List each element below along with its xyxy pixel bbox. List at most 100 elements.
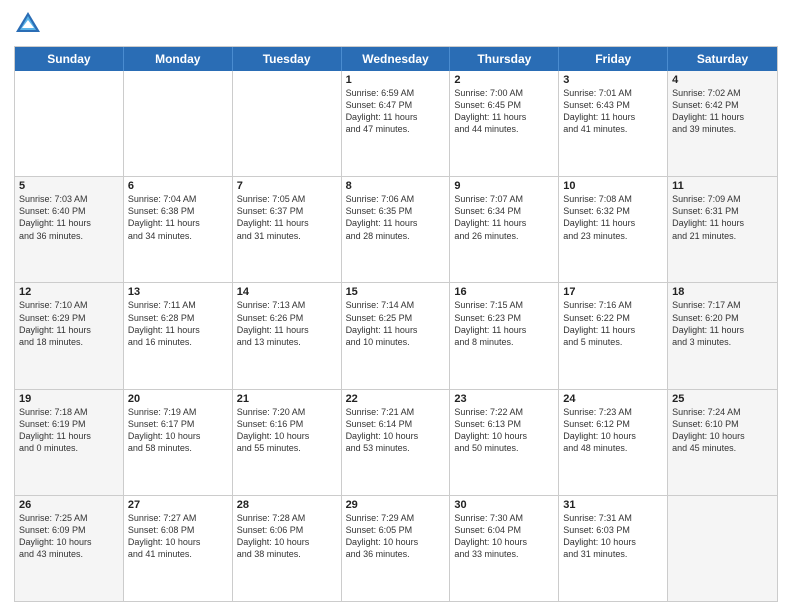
day-number: 20 bbox=[128, 393, 228, 405]
calendar-cell-17: 17Sunrise: 7:16 AM Sunset: 6:22 PM Dayli… bbox=[559, 283, 668, 388]
cell-info: Sunrise: 7:03 AM Sunset: 6:40 PM Dayligh… bbox=[19, 193, 119, 242]
calendar-row: 12Sunrise: 7:10 AM Sunset: 6:29 PM Dayli… bbox=[15, 283, 777, 389]
day-number: 2 bbox=[454, 74, 554, 86]
calendar-cell-31: 31Sunrise: 7:31 AM Sunset: 6:03 PM Dayli… bbox=[559, 496, 668, 601]
day-number: 3 bbox=[563, 74, 663, 86]
day-number: 17 bbox=[563, 286, 663, 298]
calendar-cell-15: 15Sunrise: 7:14 AM Sunset: 6:25 PM Dayli… bbox=[342, 283, 451, 388]
cell-info: Sunrise: 7:02 AM Sunset: 6:42 PM Dayligh… bbox=[672, 87, 773, 136]
day-number: 27 bbox=[128, 499, 228, 511]
day-number: 5 bbox=[19, 180, 119, 192]
calendar-cell-empty bbox=[233, 71, 342, 176]
cell-info: Sunrise: 7:20 AM Sunset: 6:16 PM Dayligh… bbox=[237, 406, 337, 455]
day-number: 9 bbox=[454, 180, 554, 192]
day-number: 1 bbox=[346, 74, 446, 86]
calendar-cell-2: 2Sunrise: 7:00 AM Sunset: 6:45 PM Daylig… bbox=[450, 71, 559, 176]
day-number: 8 bbox=[346, 180, 446, 192]
cell-info: Sunrise: 7:27 AM Sunset: 6:08 PM Dayligh… bbox=[128, 512, 228, 561]
cell-info: Sunrise: 6:59 AM Sunset: 6:47 PM Dayligh… bbox=[346, 87, 446, 136]
calendar-cell-22: 22Sunrise: 7:21 AM Sunset: 6:14 PM Dayli… bbox=[342, 390, 451, 495]
day-number: 15 bbox=[346, 286, 446, 298]
cell-info: Sunrise: 7:05 AM Sunset: 6:37 PM Dayligh… bbox=[237, 193, 337, 242]
logo bbox=[14, 10, 46, 38]
calendar-cell-4: 4Sunrise: 7:02 AM Sunset: 6:42 PM Daylig… bbox=[668, 71, 777, 176]
day-of-week-monday: Monday bbox=[124, 47, 233, 71]
calendar-cell-empty bbox=[15, 71, 124, 176]
calendar-cell-28: 28Sunrise: 7:28 AM Sunset: 6:06 PM Dayli… bbox=[233, 496, 342, 601]
calendar-row: 1Sunrise: 6:59 AM Sunset: 6:47 PM Daylig… bbox=[15, 71, 777, 177]
day-of-week-friday: Friday bbox=[559, 47, 668, 71]
day-of-week-tuesday: Tuesday bbox=[233, 47, 342, 71]
calendar-row: 19Sunrise: 7:18 AM Sunset: 6:19 PM Dayli… bbox=[15, 390, 777, 496]
day-number: 30 bbox=[454, 499, 554, 511]
cell-info: Sunrise: 7:11 AM Sunset: 6:28 PM Dayligh… bbox=[128, 299, 228, 348]
day-number: 10 bbox=[563, 180, 663, 192]
logo-icon bbox=[14, 10, 42, 38]
day-number: 14 bbox=[237, 286, 337, 298]
cell-info: Sunrise: 7:04 AM Sunset: 6:38 PM Dayligh… bbox=[128, 193, 228, 242]
calendar-body: 1Sunrise: 6:59 AM Sunset: 6:47 PM Daylig… bbox=[15, 71, 777, 601]
calendar-cell-10: 10Sunrise: 7:08 AM Sunset: 6:32 PM Dayli… bbox=[559, 177, 668, 282]
cell-info: Sunrise: 7:07 AM Sunset: 6:34 PM Dayligh… bbox=[454, 193, 554, 242]
calendar-cell-18: 18Sunrise: 7:17 AM Sunset: 6:20 PM Dayli… bbox=[668, 283, 777, 388]
calendar-cell-23: 23Sunrise: 7:22 AM Sunset: 6:13 PM Dayli… bbox=[450, 390, 559, 495]
calendar-row: 26Sunrise: 7:25 AM Sunset: 6:09 PM Dayli… bbox=[15, 496, 777, 601]
day-number: 25 bbox=[672, 393, 773, 405]
day-number: 21 bbox=[237, 393, 337, 405]
calendar-cell-24: 24Sunrise: 7:23 AM Sunset: 6:12 PM Dayli… bbox=[559, 390, 668, 495]
day-of-week-wednesday: Wednesday bbox=[342, 47, 451, 71]
day-number: 26 bbox=[19, 499, 119, 511]
calendar-cell-30: 30Sunrise: 7:30 AM Sunset: 6:04 PM Dayli… bbox=[450, 496, 559, 601]
calendar-cell-13: 13Sunrise: 7:11 AM Sunset: 6:28 PM Dayli… bbox=[124, 283, 233, 388]
day-number: 28 bbox=[237, 499, 337, 511]
cell-info: Sunrise: 7:22 AM Sunset: 6:13 PM Dayligh… bbox=[454, 406, 554, 455]
day-number: 18 bbox=[672, 286, 773, 298]
cell-info: Sunrise: 7:28 AM Sunset: 6:06 PM Dayligh… bbox=[237, 512, 337, 561]
calendar-cell-empty bbox=[124, 71, 233, 176]
cell-info: Sunrise: 7:24 AM Sunset: 6:10 PM Dayligh… bbox=[672, 406, 773, 455]
calendar-cell-26: 26Sunrise: 7:25 AM Sunset: 6:09 PM Dayli… bbox=[15, 496, 124, 601]
cell-info: Sunrise: 7:01 AM Sunset: 6:43 PM Dayligh… bbox=[563, 87, 663, 136]
cell-info: Sunrise: 7:16 AM Sunset: 6:22 PM Dayligh… bbox=[563, 299, 663, 348]
calendar-header: SundayMondayTuesdayWednesdayThursdayFrid… bbox=[15, 47, 777, 71]
day-number: 23 bbox=[454, 393, 554, 405]
day-of-week-thursday: Thursday bbox=[450, 47, 559, 71]
day-number: 12 bbox=[19, 286, 119, 298]
calendar-cell-7: 7Sunrise: 7:05 AM Sunset: 6:37 PM Daylig… bbox=[233, 177, 342, 282]
cell-info: Sunrise: 7:19 AM Sunset: 6:17 PM Dayligh… bbox=[128, 406, 228, 455]
calendar-cell-6: 6Sunrise: 7:04 AM Sunset: 6:38 PM Daylig… bbox=[124, 177, 233, 282]
day-number: 19 bbox=[19, 393, 119, 405]
calendar-cell-16: 16Sunrise: 7:15 AM Sunset: 6:23 PM Dayli… bbox=[450, 283, 559, 388]
header bbox=[14, 10, 778, 38]
day-number: 4 bbox=[672, 74, 773, 86]
calendar-cell-29: 29Sunrise: 7:29 AM Sunset: 6:05 PM Dayli… bbox=[342, 496, 451, 601]
cell-info: Sunrise: 7:06 AM Sunset: 6:35 PM Dayligh… bbox=[346, 193, 446, 242]
calendar-cell-14: 14Sunrise: 7:13 AM Sunset: 6:26 PM Dayli… bbox=[233, 283, 342, 388]
calendar-cell-8: 8Sunrise: 7:06 AM Sunset: 6:35 PM Daylig… bbox=[342, 177, 451, 282]
day-number: 11 bbox=[672, 180, 773, 192]
calendar-cell-empty bbox=[668, 496, 777, 601]
day-number: 7 bbox=[237, 180, 337, 192]
calendar-cell-19: 19Sunrise: 7:18 AM Sunset: 6:19 PM Dayli… bbox=[15, 390, 124, 495]
cell-info: Sunrise: 7:23 AM Sunset: 6:12 PM Dayligh… bbox=[563, 406, 663, 455]
calendar-cell-9: 9Sunrise: 7:07 AM Sunset: 6:34 PM Daylig… bbox=[450, 177, 559, 282]
cell-info: Sunrise: 7:00 AM Sunset: 6:45 PM Dayligh… bbox=[454, 87, 554, 136]
calendar-cell-5: 5Sunrise: 7:03 AM Sunset: 6:40 PM Daylig… bbox=[15, 177, 124, 282]
cell-info: Sunrise: 7:17 AM Sunset: 6:20 PM Dayligh… bbox=[672, 299, 773, 348]
day-number: 16 bbox=[454, 286, 554, 298]
calendar-cell-21: 21Sunrise: 7:20 AM Sunset: 6:16 PM Dayli… bbox=[233, 390, 342, 495]
cell-info: Sunrise: 7:13 AM Sunset: 6:26 PM Dayligh… bbox=[237, 299, 337, 348]
page: SundayMondayTuesdayWednesdayThursdayFrid… bbox=[0, 0, 792, 612]
cell-info: Sunrise: 7:10 AM Sunset: 6:29 PM Dayligh… bbox=[19, 299, 119, 348]
cell-info: Sunrise: 7:31 AM Sunset: 6:03 PM Dayligh… bbox=[563, 512, 663, 561]
calendar-cell-27: 27Sunrise: 7:27 AM Sunset: 6:08 PM Dayli… bbox=[124, 496, 233, 601]
cell-info: Sunrise: 7:14 AM Sunset: 6:25 PM Dayligh… bbox=[346, 299, 446, 348]
cell-info: Sunrise: 7:09 AM Sunset: 6:31 PM Dayligh… bbox=[672, 193, 773, 242]
cell-info: Sunrise: 7:29 AM Sunset: 6:05 PM Dayligh… bbox=[346, 512, 446, 561]
cell-info: Sunrise: 7:08 AM Sunset: 6:32 PM Dayligh… bbox=[563, 193, 663, 242]
day-number: 24 bbox=[563, 393, 663, 405]
calendar-cell-12: 12Sunrise: 7:10 AM Sunset: 6:29 PM Dayli… bbox=[15, 283, 124, 388]
cell-info: Sunrise: 7:15 AM Sunset: 6:23 PM Dayligh… bbox=[454, 299, 554, 348]
cell-info: Sunrise: 7:25 AM Sunset: 6:09 PM Dayligh… bbox=[19, 512, 119, 561]
calendar-cell-25: 25Sunrise: 7:24 AM Sunset: 6:10 PM Dayli… bbox=[668, 390, 777, 495]
